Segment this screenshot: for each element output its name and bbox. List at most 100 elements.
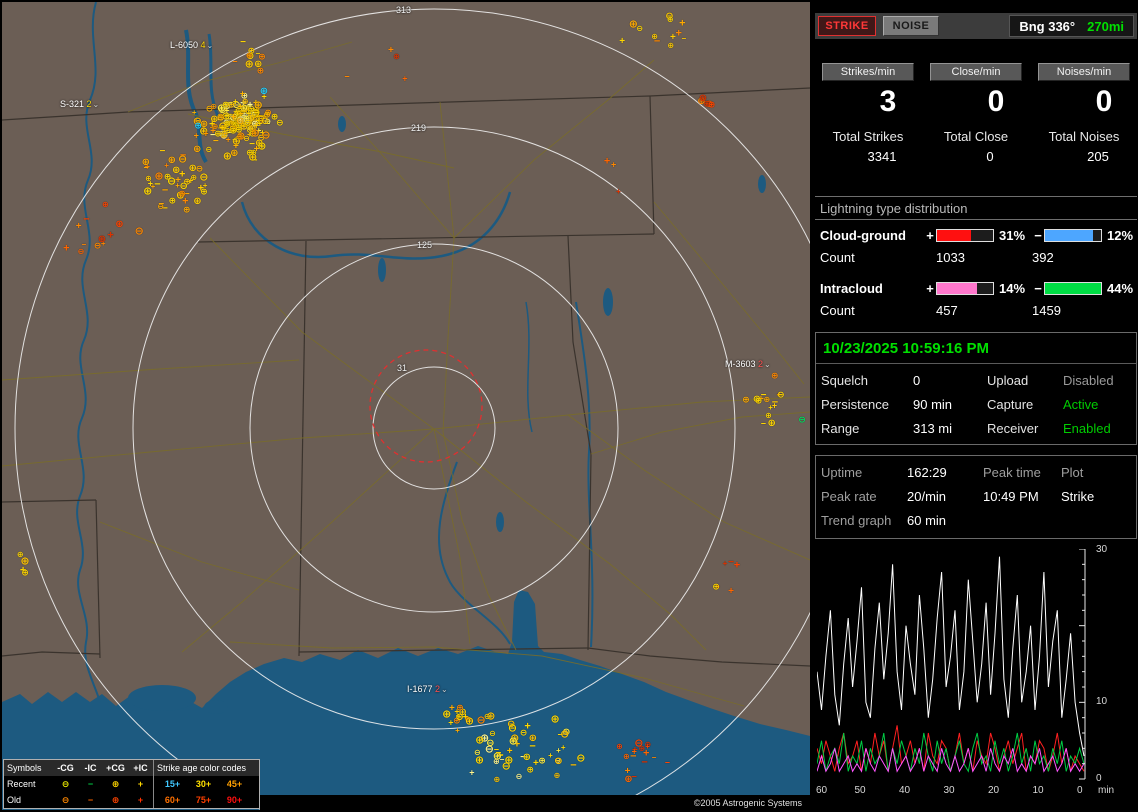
age-code: 45+ (226, 779, 243, 789)
category-label: Intracloud (820, 281, 883, 296)
strike-mode-button[interactable]: STRIKE (818, 16, 876, 36)
close-per-min-button[interactable]: Close/min (929, 63, 1023, 81)
strike-type-symbol: + (137, 795, 144, 805)
distribution-title: Lightning type distribution (820, 201, 968, 216)
status-value: Disabled (1063, 373, 1114, 388)
cloud-ground-counts: Count 1033 392 (814, 243, 1138, 265)
lightning-map[interactable]: + ⊕ + ⊕ − + ⊖ − ⊕ − ⊕ + ⊕ ⊖ + + ⊕ ⊕ ⊕ ⊕ + − ⊕ + ⊕ + − ⊕ ⊕ ⊖ + − + − + + + + + +… (2, 2, 810, 810)
legend-col-header: -CG (57, 763, 74, 773)
strike-type-symbol: ⊖ (61, 778, 70, 789)
strikes-column: Strikes/min 3 Total Strikes 3341 (814, 63, 922, 164)
bearing-readout: Bng 336° 270mi (1009, 15, 1134, 37)
legend-col-header: +CG (106, 763, 125, 773)
cg-negative-count: 392 (1032, 250, 1054, 265)
cloud-ground-row: Cloud-ground + 31% − 12% (814, 220, 1138, 243)
total-noises-label: Total Noises (1048, 129, 1120, 144)
plus-sign: + (926, 281, 934, 296)
strike-type-symbol: + (137, 779, 144, 789)
session-box: Uptime 162:29 Peak time Plot Peak rate 20/min… (815, 455, 1137, 539)
session-cell: 20/min (907, 489, 947, 504)
strike-type-symbol: ⊕ (111, 794, 120, 805)
legend-col-header: -IC (84, 763, 97, 773)
status-row: Range 313 mi Receiver Enabled (821, 412, 1131, 436)
strike-type-symbol: ⊕ (111, 778, 120, 789)
cg-positive-chip (936, 229, 994, 242)
status-label: Capture (987, 397, 1034, 412)
strikes-per-min-button[interactable]: Strikes/min (821, 63, 915, 81)
trend-graph: 30 10 0 60 50 40 30 20 10 0 min (814, 544, 1138, 804)
cg-negative-chip (1044, 229, 1102, 242)
strike-type-symbol: − (87, 779, 94, 789)
minus-sign: − (1034, 228, 1042, 243)
bearing-value: Bng 336° (1019, 18, 1076, 34)
ic-negative-count: 1459 (1032, 303, 1061, 318)
noise-mode-button[interactable]: NOISE (883, 16, 939, 36)
session-cell: 162:29 (907, 465, 947, 480)
noises-per-min-value: 0 (1095, 85, 1113, 118)
status-label: Persistence (821, 397, 889, 412)
lightning-detector-window: + ⊕ + ⊕ − + ⊖ − ⊕ − ⊕ + ⊕ ⊖ + + ⊕ ⊕ ⊕ ⊕ + − ⊕ + ⊕ + − ⊕ ⊕ ⊖ + − + − + + + + + +… (0, 0, 1138, 812)
intracloud-row: Intracloud + 14% − 44% (814, 273, 1138, 296)
y-axis-label: 10 (1096, 696, 1108, 708)
status-row: Persistence 90 min Capture Active (821, 388, 1131, 412)
control-panel: STRIKE NOISE Bng 336° 270mi Strikes/min … (814, 0, 1138, 812)
ic-positive-chip (936, 282, 994, 295)
x-axis-label: 60 (816, 785, 828, 796)
age-code: 15+ (164, 779, 181, 789)
cg-positive-count: 1033 (936, 250, 965, 265)
rate-columns: Strikes/min 3 Total Strikes 3341 Close/m… (814, 63, 1138, 164)
ic-negative-percent: 44% (1107, 281, 1134, 296)
map-footer: ©2005 Astrogenic Systems (260, 795, 810, 810)
total-strikes-value: 3341 (867, 149, 897, 164)
legend-row: Old ⊖ − ⊕ +60+ 75+ 90+ (4, 792, 259, 808)
chip-fill (937, 283, 978, 294)
session-rows: Uptime 162:29 Peak time Plot Peak rate 20/min… (821, 461, 1131, 533)
x-axis-label: 0 (1077, 785, 1083, 796)
age-code: 75+ (195, 795, 212, 805)
close-per-min-value: 0 (987, 85, 1005, 118)
trend-series-intracloud (817, 732, 1085, 773)
legend-ages: 15+ 30+ 45+ (153, 776, 256, 792)
session-cell: 10:49 PM (983, 489, 1039, 504)
total-strikes-label: Total Strikes (832, 129, 904, 144)
session-cell: Trend graph (821, 513, 892, 528)
minus-sign: − (1034, 281, 1042, 296)
chip-fill (937, 230, 971, 241)
intracloud-counts: Count 457 1459 (814, 296, 1138, 318)
cg-positive-percent: 31% (999, 228, 1026, 243)
session-cell: Plot (1061, 465, 1084, 480)
x-axis-label: 30 (943, 785, 955, 796)
session-cell: Peak rate (821, 489, 877, 504)
category-label: Cloud-ground (820, 228, 906, 243)
status-box: 10/23/2025 10:59:16 PM Squelch 0 Upload Dis… (815, 332, 1137, 445)
status-label: Range (821, 421, 860, 436)
x-axis-label: 10 (1032, 785, 1044, 796)
session-cell: Strike (1061, 489, 1095, 504)
toolbar: STRIKE NOISE Bng 336° 270mi (815, 13, 1137, 39)
status-rows: Squelch 0 Upload Disabled Persistence 90 min C… (821, 364, 1131, 436)
session-cell: Peak time (983, 465, 1041, 480)
status-label: Squelch (821, 373, 868, 388)
age-code: 90+ (226, 795, 243, 805)
noises-per-min-button[interactable]: Noises/min (1037, 63, 1131, 81)
noises-column: Noises/min 0 Total Noises 205 (1030, 63, 1138, 164)
x-axis-label: 50 (854, 785, 866, 796)
chip-fill (1045, 283, 1101, 294)
legend-ages: 60+ 75+ 90+ (153, 792, 256, 808)
status-value: 90 min (913, 397, 953, 412)
total-close-label: Total Close (943, 129, 1009, 144)
trend-plot (817, 549, 1086, 780)
y-axis-label: 0 (1096, 773, 1102, 784)
count-label: Count (820, 303, 855, 318)
cg-negative-percent: 12% (1107, 228, 1134, 243)
bearing-distance: 270mi (1087, 18, 1124, 34)
total-close-value: 0 (986, 149, 994, 164)
session-cell (983, 513, 1061, 528)
status-value: 313 mi (913, 421, 953, 436)
status-value: Active (1063, 397, 1099, 412)
strikes-per-min-value: 3 (879, 85, 897, 118)
session-row: Uptime 162:29 Peak time Plot (821, 461, 1131, 485)
age-code: 30+ (195, 779, 212, 789)
strike-type-symbol: ⊖ (61, 794, 70, 805)
session-cell: 60 min (907, 513, 947, 528)
